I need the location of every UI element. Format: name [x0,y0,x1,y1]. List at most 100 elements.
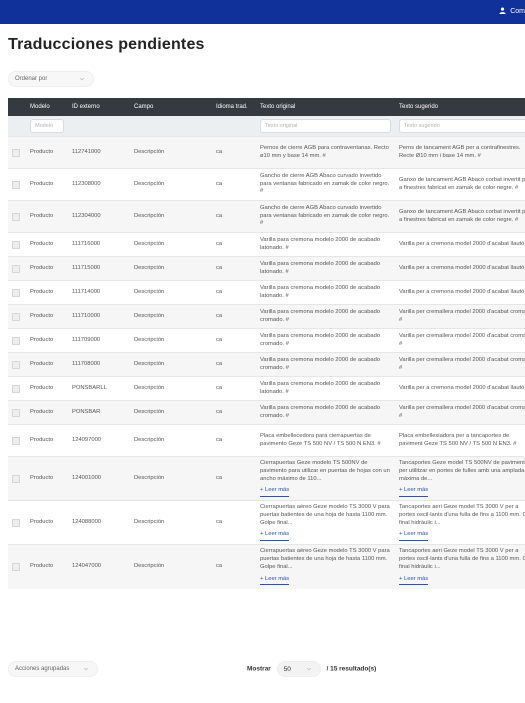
cell-idioma: ca [216,264,223,271]
cell-id-externo: 124088000 [72,518,102,525]
page-size-select[interactable]: 50 [276,661,321,677]
cell-modelo: Producto [30,562,54,569]
sort-dropdown[interactable]: Ordenar por [8,71,94,87]
filter-sugerido-input[interactable]: Texto sugerido [399,119,525,133]
cell-campo: Descripción [134,336,165,343]
row-checkbox[interactable] [12,180,20,189]
cell-id-externo: 111714000 [72,288,101,295]
column-header-modelo[interactable]: Modelo [26,98,68,116]
cell-texto-original: Cierrapuertas aéreo Geze modelo TS 3000 … [260,548,390,570]
cell-modelo: Producto [30,384,54,391]
row-checkbox[interactable] [12,384,20,393]
table-row[interactable]: Producto 124047000 Descripción ca Cierrapuer… [8,544,525,589]
filter-row: Modelo Texto original Texto sugerido [8,116,525,137]
cell-idioma: ca [216,212,223,219]
table-row[interactable]: Producto 111715000 Descripción ca Varilla pa… [8,256,525,281]
table-row[interactable]: Producto 124097000 Descripción ca Placa embe… [8,424,525,457]
table-row[interactable]: Producto 112308000 Descripción ca Gancho de … [8,168,525,201]
cell-idioma: ca [216,336,223,343]
user-menu[interactable]: Com [499,7,525,15]
read-more-link[interactable]: + Leer más [260,531,290,542]
cell-idioma: ca [216,240,223,247]
cell-modelo: Producto [30,336,54,343]
row-checkbox[interactable] [12,264,20,273]
table-row[interactable]: Producto 112304000 Descripción ca Gancho de … [8,200,525,233]
row-checkbox[interactable] [12,240,20,249]
user-icon [499,7,506,14]
read-more-link[interactable]: + Leer más [260,487,290,498]
table-row[interactable]: Producto 124088000 Descripción ca Cierrapuer… [8,500,525,545]
translations-table: Modelo ID externo Campo Idioma trad. Tex… [8,98,525,589]
row-checkbox[interactable] [12,562,20,571]
chevron-down-icon [83,667,89,671]
cell-idioma: ca [216,288,223,295]
cell-modelo: Producto [30,312,54,319]
cell-texto-sugerido: Ganxo de tancament AGB Abaco corbat inve… [399,208,525,223]
cell-modelo: Producto [30,408,54,415]
cell-campo: Descripción [134,408,165,415]
bulk-actions-dropdown[interactable]: Acciones agrupadas [8,661,98,677]
filter-modelo-input[interactable]: Modelo [30,119,64,133]
row-checkbox[interactable] [12,288,20,297]
row-checkbox[interactable] [12,518,20,527]
table-row[interactable]: Producto PONSBAR Descripción ca Varilla para… [8,400,525,425]
column-header-id-externo[interactable]: ID externo [68,98,130,116]
cell-texto-original: Pernos de cierre AGB para contraventanas… [260,144,389,159]
cell-texto-original: Cierrapuertas aéreo Geze modelo TS 3000 … [260,503,390,526]
row-checkbox[interactable] [12,436,20,445]
cell-campo: Descripción [134,518,165,525]
filter-original-input[interactable]: Texto original [260,119,391,133]
cell-texto-original: Placa embellecedora para cierrapuertas d… [260,432,381,447]
cell-campo: Descripción [134,288,165,295]
row-checkbox[interactable] [12,360,20,369]
table-row[interactable]: Producto 112741000 Descripción ca Pernos de … [8,136,525,169]
row-checkbox[interactable] [12,212,20,221]
table-row[interactable]: Producto 111716000 Descripción ca Varilla pa… [8,232,525,257]
table-row[interactable]: Producto PONSBARLL Descripción ca Varilla pa… [8,376,525,401]
cell-texto-original: Varilla para cremona modelo 2000 de acab… [260,332,381,347]
cell-texto-sugerido: Perns de tancament AGB per a contrafines… [399,144,521,159]
read-more-link[interactable]: + Leer más [399,531,429,542]
cell-idioma: ca [216,148,223,155]
column-header-texto-original[interactable]: Texto original [256,98,395,116]
cell-texto-sugerido: Varilla per a cremona model 2000 d'acaba… [399,288,525,295]
table-row[interactable]: Producto 111714000 Descripción ca Varilla pa… [8,280,525,305]
row-checkbox[interactable] [12,474,20,483]
column-header-texto-sugerido[interactable]: Texto sugerido [395,98,525,116]
read-more-link[interactable]: + Leer más [260,576,290,586]
cell-texto-original: Varilla para cremona modelo 2000 de acab… [260,356,381,371]
cell-idioma: ca [216,384,223,391]
cell-texto-sugerido: Varilla per cremallera model 2000 d'acab… [399,404,525,419]
cell-id-externo: 111710000 [72,312,101,319]
table-row[interactable]: Producto 111710000 Descripción ca Varilla pa… [8,304,525,329]
cell-modelo: Producto [30,180,54,187]
cell-modelo: Producto [30,518,54,525]
table-row[interactable]: Producto 111708000 Descripción ca Varilla pa… [8,352,525,377]
cell-texto-sugerido: Varilla per a cremona model 2000 d'acaba… [399,240,525,247]
cell-id-externo: 124097000 [72,436,102,443]
cell-texto-sugerido: Tancaportes aeri Geze model TS 3000 V pe… [399,503,525,526]
cell-campo: Descripción [134,562,165,569]
row-checkbox[interactable] [12,336,20,345]
row-checkbox[interactable] [12,408,20,417]
cell-texto-sugerido: Tancaportes Geze model TS 500NV de pavim… [399,459,525,482]
table-header-row: Modelo ID externo Campo Idioma trad. Tex… [8,98,525,116]
read-more-link[interactable]: + Leer más [399,576,429,586]
column-header-campo[interactable]: Campo [130,98,212,116]
row-checkbox[interactable] [12,148,20,157]
cell-idioma: ca [216,436,223,443]
cell-idioma: ca [216,518,223,525]
cell-campo: Descripción [134,384,165,391]
row-checkbox[interactable] [12,312,20,321]
table-row[interactable]: Producto 111709000 Descripción ca Varilla pa… [8,328,525,353]
cell-id-externo: PONSBAR [72,408,101,415]
cell-id-externo: 111709000 [72,336,101,343]
cell-texto-sugerido: Ganxo de tancament AGB Abaco corbat inve… [399,176,525,191]
column-header-idioma[interactable]: Idioma trad. [212,98,256,116]
cell-modelo: Producto [30,148,54,155]
cell-texto-original: Varilla para cremona modelo 2000 de acab… [260,380,381,395]
read-more-link[interactable]: + Leer más [399,487,429,498]
cell-campo: Descripción [134,436,165,443]
cell-texto-original: Varilla para cremona modelo 2000 de acab… [260,236,381,251]
table-row[interactable]: Producto 124001000 Descripción ca Cierrapuer… [8,456,525,501]
